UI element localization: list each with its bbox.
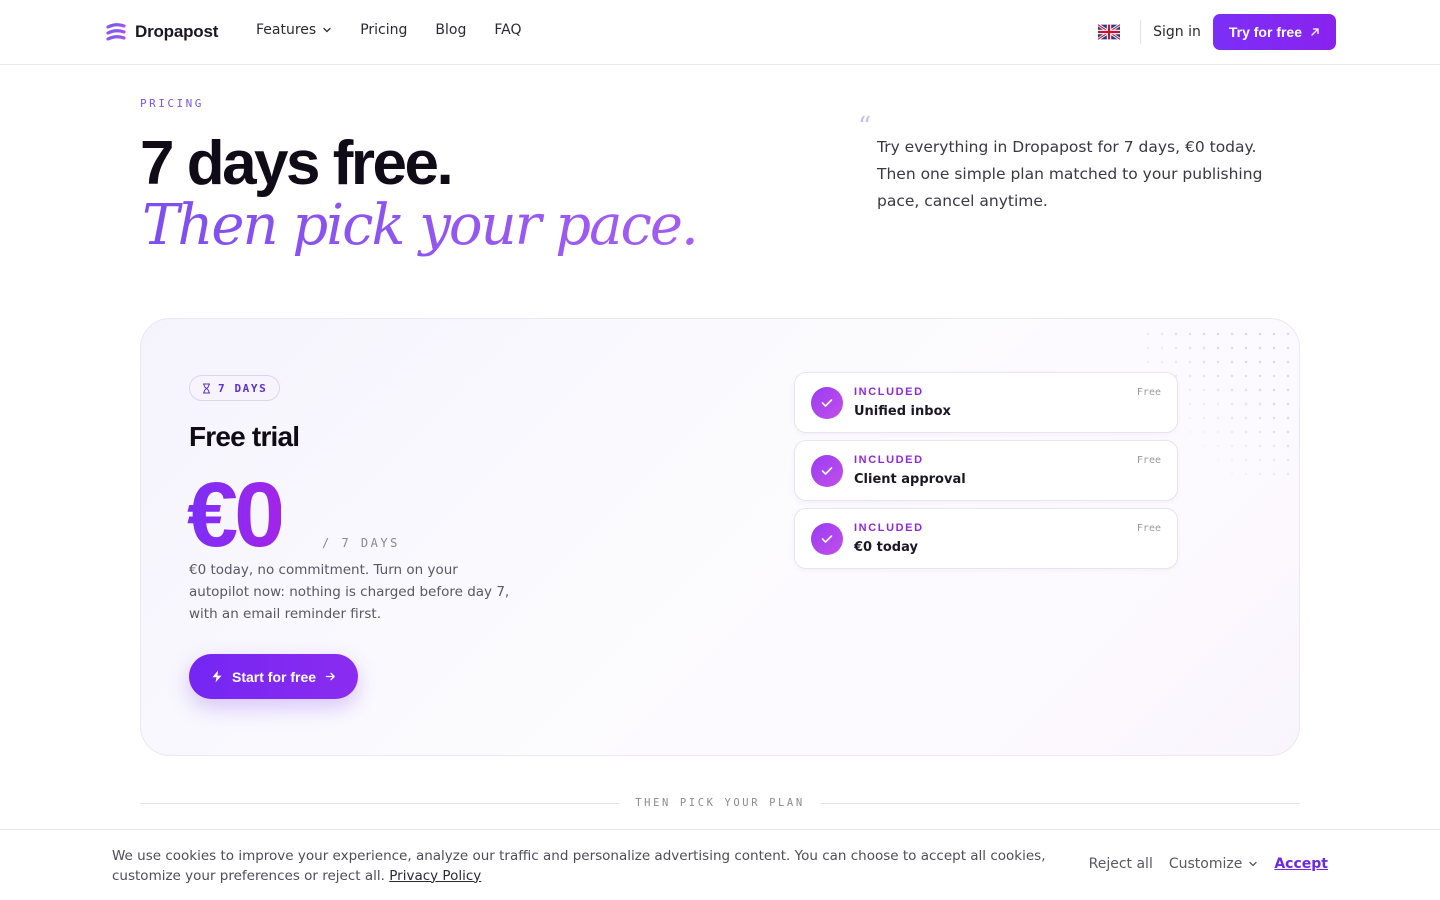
duration-badge: 7 DAYS [189,375,281,401]
cookie-actions: Reject all Customize Accept [1089,856,1328,872]
hourglass-icon [203,383,210,393]
feature-item: INCLUDED Unified inbox Free [794,372,1178,433]
page-subtitle: Then pick your pace. [142,193,699,258]
divider-line [820,802,1301,804]
feature-name: €0 today [854,540,918,555]
nav-item-blog[interactable]: Blog [435,22,466,38]
feature-name: Unified inbox [854,404,951,419]
reject-all-button[interactable]: Reject all [1089,856,1153,872]
top-nav: Dropapost Features Pricing Blog FAQ Sign… [0,0,1440,65]
included-features-list: INCLUDED Unified inbox Free INCLUDED Cli… [794,372,1178,569]
trial-description: €0 today, no commitment. Turn on your au… [189,562,510,622]
nav-item-label: Features [256,22,317,38]
try-for-free-label: Try for free [1228,24,1302,40]
feature-item: INCLUDED €0 today Free [794,508,1178,569]
trial-price: €0 [187,464,285,566]
plan-section-divider: THEN PICK YOUR PLAN [140,796,1301,810]
check-icon [811,523,843,555]
feature-price: Free [1136,455,1161,466]
cookie-banner: We use cookies to improve your experienc… [0,829,1440,900]
uk-flag-icon[interactable] [1098,24,1121,40]
pricing-eyebrow: PRICING [140,97,204,110]
trial-title: Free trial [189,421,300,452]
try-for-free-button[interactable]: Try for free [1212,14,1336,50]
chevron-down-icon [323,27,331,33]
hero-quote: Try everything in Dropapost for 7 days, … [877,138,1263,210]
nav-item-label: Blog [435,22,467,38]
dropapost-logo-icon [106,23,126,41]
accept-button[interactable]: Accept [1274,856,1328,872]
customize-button[interactable]: Customize [1169,856,1259,872]
cookie-message: We use cookies to improve your experienc… [112,847,1092,886]
feature-tag: INCLUDED [854,454,924,466]
start-for-free-label: Start for free [232,668,317,685]
feature-tag: INCLUDED [854,386,924,398]
quote-mark-icon: “ [858,112,872,142]
arrow-up-right-icon [1311,28,1319,36]
divider-label: THEN PICK YOUR PLAN [635,797,805,809]
nav-item-features[interactable]: Features [256,22,332,38]
check-icon [811,387,843,419]
lightning-icon [212,670,222,683]
start-for-free-button[interactable]: Start for free [189,654,359,699]
main-menu: Features Pricing Blog FAQ [256,22,521,38]
trial-period: / 7 DAYS [322,536,400,550]
nav-item-label: Pricing [360,22,408,38]
nav-item-label: FAQ [494,22,522,38]
feature-tag: INCLUDED [854,522,924,534]
chevron-down-icon [1249,861,1257,867]
free-trial-card: 7 DAYS Free trial €0 / 7 DAYS €0 today, … [140,318,1300,756]
feature-price: Free [1136,387,1161,398]
customize-label: Customize [1168,856,1243,872]
nav-actions: Sign in Try for free [1098,14,1336,50]
check-icon [811,455,843,487]
signin-link[interactable]: Sign in [1153,24,1201,40]
nav-item-faq[interactable]: FAQ [494,22,521,38]
brand-logo-link[interactable]: Dropapost [105,21,218,43]
duration-badge-label: 7 DAYS [218,381,268,395]
feature-name: Client approval [854,472,966,487]
feature-price: Free [1136,523,1161,534]
brand-name: Dropapost [135,22,219,41]
divider-line [140,802,620,804]
nav-divider [1140,20,1142,44]
feature-item: INCLUDED Client approval Free [794,440,1178,501]
arrow-right-icon [325,672,335,681]
page-title: 7 days free. [140,129,454,198]
privacy-policy-link[interactable]: Privacy Policy [389,868,481,884]
nav-item-pricing[interactable]: Pricing [360,22,407,38]
cookie-message-text: We use cookies to improve your experienc… [112,848,1046,884]
